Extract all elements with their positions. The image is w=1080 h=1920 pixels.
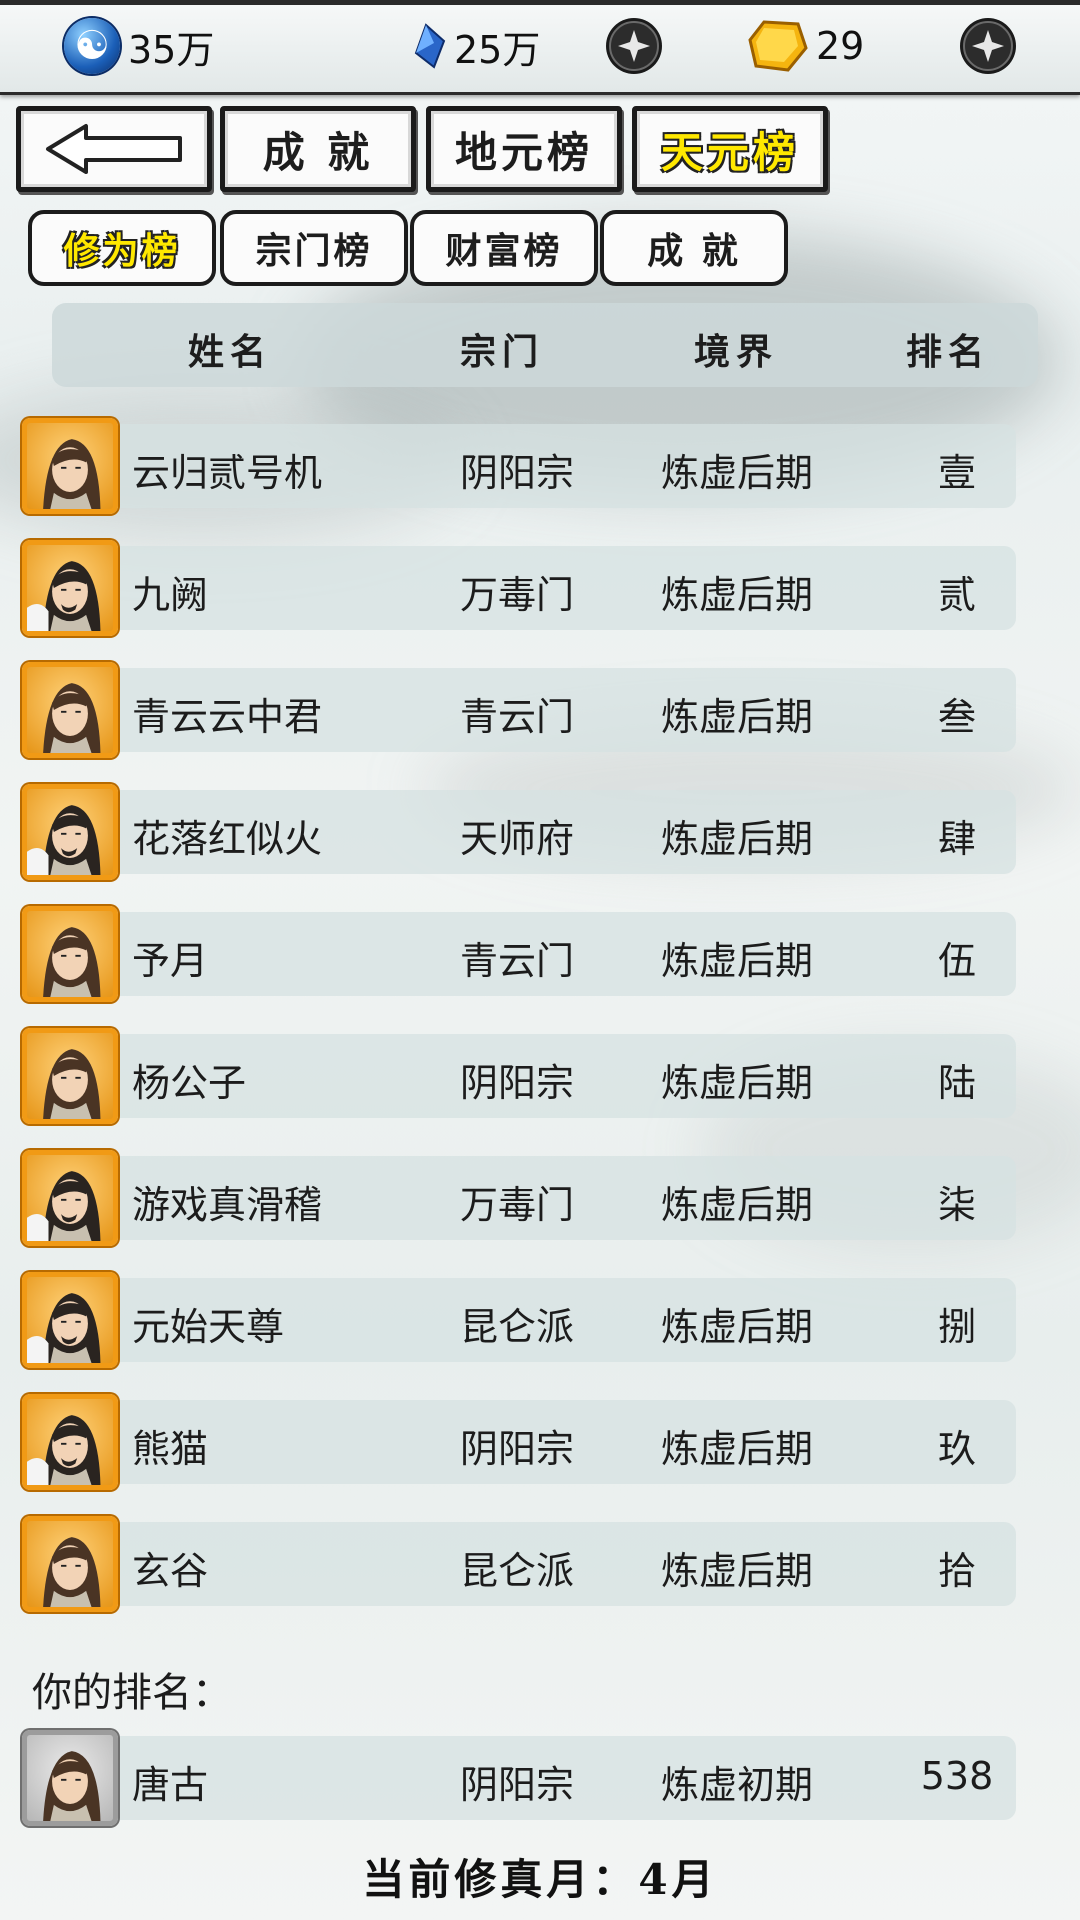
avatar[interactable] xyxy=(22,1028,118,1124)
tab-earth-ranking[interactable]: 地元榜 xyxy=(426,106,622,192)
avatar[interactable] xyxy=(22,540,118,636)
player-rank: 捌 xyxy=(937,1305,976,1349)
tab-achievement[interactable]: 成 就 xyxy=(220,106,416,192)
subtab-sect-ranking[interactable]: 宗门榜 xyxy=(220,210,408,286)
subtab-achievement[interactable]: 成 就 xyxy=(600,210,788,286)
player-sect: 青云门 xyxy=(459,695,574,739)
player-sect: 青云门 xyxy=(459,939,574,983)
player-realm: 炼虚后期 xyxy=(660,1427,813,1471)
back-arrow-icon xyxy=(46,124,182,174)
avatar[interactable] xyxy=(22,662,118,758)
table-row[interactable]: 青云云中君 青云门 炼虚后期 叁 xyxy=(22,662,1036,758)
player-name: 青云云中君 xyxy=(132,695,323,739)
player-realm: 炼虚后期 xyxy=(660,451,813,495)
player-realm: 炼虚初期 xyxy=(660,1763,813,1807)
avatar[interactable] xyxy=(22,784,118,880)
player-name: 玄谷 xyxy=(132,1549,209,1593)
add-gem-plus-icon[interactable] xyxy=(604,16,664,76)
table-row[interactable]: 九阙 万毒门 炼虚后期 贰 xyxy=(22,540,1036,636)
add-gold-plus-icon[interactable] xyxy=(958,16,1018,76)
column-header-name: 姓名 xyxy=(188,331,273,373)
avatar[interactable] xyxy=(22,1394,118,1490)
player-realm: 炼虚后期 xyxy=(660,1305,813,1349)
player-rank: 陆 xyxy=(937,1061,976,1105)
resource-bar: ☯ 35万 25万 29 xyxy=(0,0,1080,95)
player-name: 唐古 xyxy=(132,1763,209,1807)
column-header-rank: 排名 xyxy=(906,331,991,373)
avatar[interactable] xyxy=(22,418,118,514)
player-rank: 壹 xyxy=(937,451,976,495)
gold-resource: 29 xyxy=(748,18,864,74)
avatar[interactable] xyxy=(22,1516,118,1612)
table-row[interactable]: 云归贰号机 阴阳宗 炼虚后期 壹 xyxy=(22,418,1036,514)
back-button[interactable] xyxy=(16,106,212,192)
player-sect: 万毒门 xyxy=(459,1183,574,1227)
player-name: 予月 xyxy=(132,939,209,983)
subtab-cultivation-ranking[interactable]: 修为榜 xyxy=(28,210,216,286)
player-rank: 贰 xyxy=(937,573,976,617)
player-realm: 炼虚后期 xyxy=(660,695,813,739)
player-sect: 阴阳宗 xyxy=(459,451,574,495)
player-name: 杨公子 xyxy=(132,1061,247,1105)
avatar[interactable] xyxy=(22,1272,118,1368)
player-sect: 万毒门 xyxy=(459,573,574,617)
player-name: 花落红似火 xyxy=(132,817,323,861)
spirit-value: 35万 xyxy=(128,27,215,72)
player-name: 九阙 xyxy=(132,573,209,617)
player-realm: 炼虚后期 xyxy=(660,939,813,983)
table-row[interactable]: 杨公子 阴阳宗 炼虚后期 陆 xyxy=(22,1028,1036,1124)
current-cultivation-month: 当前修真月：4月 xyxy=(362,1855,718,1904)
player-rank: 538 xyxy=(920,1754,994,1798)
player-sect: 阴阳宗 xyxy=(459,1427,574,1471)
spirit-resource: ☯ 35万 xyxy=(64,18,214,74)
avatar[interactable] xyxy=(22,906,118,1002)
player-sect: 昆仑派 xyxy=(459,1305,574,1349)
gold-ingot-icon xyxy=(748,18,808,74)
column-header-realm: 境界 xyxy=(694,331,779,373)
column-header-sect: 宗门 xyxy=(460,331,545,373)
gem-value: 25万 xyxy=(454,27,541,72)
player-name: 元始天尊 xyxy=(132,1305,285,1349)
player-rank: 拾 xyxy=(937,1549,976,1593)
tab-heaven-ranking[interactable]: 天元榜 xyxy=(632,106,828,192)
player-rank: 柒 xyxy=(937,1183,976,1227)
table-row[interactable]: 予月 青云门 炼虚后期 伍 xyxy=(22,906,1036,1002)
gold-value: 29 xyxy=(816,24,865,68)
table-row[interactable]: 元始天尊 昆仑派 炼虚后期 捌 xyxy=(22,1272,1036,1368)
table-row[interactable]: 玄谷 昆仑派 炼虚后期 拾 xyxy=(22,1516,1036,1612)
player-realm: 炼虚后期 xyxy=(660,573,813,617)
player-realm: 炼虚后期 xyxy=(660,1183,813,1227)
table-row[interactable]: 花落红似火 天师府 炼虚后期 肆 xyxy=(22,784,1036,880)
player-realm: 炼虚后期 xyxy=(660,1061,813,1105)
player-realm: 炼虚后期 xyxy=(660,817,813,861)
player-rank: 玖 xyxy=(937,1427,976,1471)
player-sect: 昆仑派 xyxy=(459,1549,574,1593)
table-row[interactable]: 熊猫 阴阳宗 炼虚后期 玖 xyxy=(22,1394,1036,1490)
player-rank: 肆 xyxy=(937,817,976,861)
player-name: 云归贰号机 xyxy=(132,451,323,495)
player-name: 游戏真滑稽 xyxy=(132,1183,323,1227)
player-rank: 叁 xyxy=(937,695,976,739)
player-sect: 阴阳宗 xyxy=(459,1061,574,1105)
table-row[interactable]: 游戏真滑稽 万毒门 炼虚后期 柒 xyxy=(22,1150,1036,1246)
player-rank: 伍 xyxy=(937,939,976,983)
player-realm: 炼虚后期 xyxy=(660,1549,813,1593)
yin-yang-icon: ☯ xyxy=(64,18,120,74)
gem-resource: 25万 xyxy=(412,18,540,74)
my-rank-row[interactable]: 唐古 阴阳宗 炼虚初期 538 xyxy=(22,1730,1036,1826)
player-sect: 天师府 xyxy=(459,817,574,861)
subtab-wealth-ranking[interactable]: 财富榜 xyxy=(410,210,598,286)
avatar[interactable] xyxy=(22,1150,118,1246)
player-name: 熊猫 xyxy=(132,1427,209,1471)
player-sect: 阴阳宗 xyxy=(459,1763,574,1807)
my-rank-label: 你的排名： xyxy=(32,1670,232,1716)
ranking-table-header: 姓名 宗门 境界 排名 xyxy=(52,303,1038,387)
blue-gem-icon xyxy=(412,23,446,69)
avatar[interactable] xyxy=(22,1730,118,1826)
